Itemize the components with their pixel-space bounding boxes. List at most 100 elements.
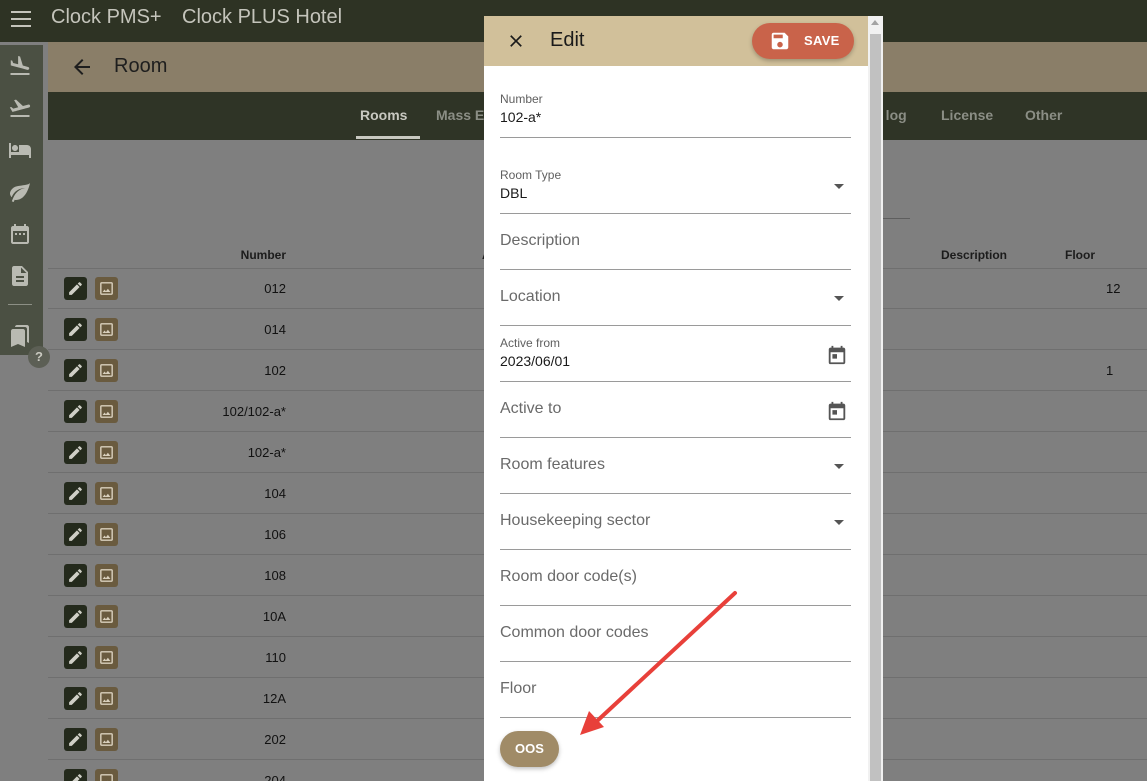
room-door-codes-label: Room door code(s) bbox=[500, 568, 637, 585]
help-icon[interactable]: ? bbox=[28, 346, 50, 368]
edit-dialog: Edit SAVE Number 102-a* Room Type DBL De… bbox=[484, 16, 868, 781]
room-number: 102-a* bbox=[247, 445, 286, 460]
floor-field[interactable]: Floor bbox=[500, 662, 851, 718]
image-icon[interactable] bbox=[95, 605, 118, 628]
tab-license[interactable]: License bbox=[941, 107, 993, 123]
edit-icon[interactable] bbox=[64, 523, 87, 546]
image-icon[interactable] bbox=[95, 441, 118, 464]
image-icon[interactable] bbox=[95, 769, 118, 781]
active-from-field[interactable]: Active from 2023/06/01 bbox=[500, 326, 851, 382]
room-number: 102 bbox=[264, 363, 286, 378]
location-label: Location bbox=[500, 288, 561, 305]
calendar-icon[interactable] bbox=[826, 400, 848, 422]
room-number: 204 bbox=[264, 773, 286, 781]
save-icon bbox=[771, 32, 789, 50]
nav-divider bbox=[8, 304, 32, 305]
housekeeping-sector-label: Housekeeping sector bbox=[500, 512, 651, 529]
edit-icon[interactable] bbox=[64, 728, 87, 751]
room-type-label: Room Type bbox=[500, 168, 562, 182]
tab-other[interactable]: Other bbox=[1025, 107, 1062, 123]
chevron-down-icon bbox=[834, 296, 844, 301]
edit-icon[interactable] bbox=[64, 646, 87, 669]
column-header-floor[interactable]: Floor bbox=[1065, 248, 1095, 262]
save-label: SAVE bbox=[804, 33, 840, 48]
bookmarks-icon[interactable] bbox=[8, 324, 32, 348]
close-icon[interactable] bbox=[506, 31, 526, 51]
room-number: 104 bbox=[264, 486, 286, 501]
active-to-field[interactable]: Active to bbox=[500, 382, 851, 438]
active-from-value: 2023/06/01 bbox=[500, 353, 571, 369]
chevron-down-icon bbox=[834, 184, 844, 189]
column-header-description[interactable]: Description bbox=[941, 248, 1007, 262]
column-header-number[interactable]: Number bbox=[241, 248, 286, 262]
edit-icon[interactable] bbox=[64, 441, 87, 464]
room-number: 10A bbox=[262, 609, 286, 624]
image-icon[interactable] bbox=[95, 482, 118, 505]
housekeeping-sector-select[interactable]: Housekeeping sector bbox=[500, 494, 851, 550]
oos-button[interactable]: OOS bbox=[500, 731, 559, 767]
search-underline bbox=[880, 218, 910, 219]
menu-icon[interactable] bbox=[11, 11, 31, 27]
number-value: 102-a* bbox=[500, 109, 542, 125]
dialog-header: Edit SAVE bbox=[484, 16, 868, 66]
edit-icon[interactable] bbox=[64, 564, 87, 587]
hotel-name: Clock PLUS Hotel bbox=[182, 6, 343, 28]
chevron-down-icon bbox=[834, 464, 844, 469]
active-tab-indicator bbox=[356, 136, 420, 139]
common-door-codes-label: Common door codes bbox=[500, 624, 649, 641]
calendar-icon[interactable] bbox=[826, 344, 848, 366]
leaf-icon[interactable] bbox=[8, 180, 32, 204]
dialog-title: Edit bbox=[550, 29, 585, 51]
edit-icon[interactable] bbox=[64, 687, 87, 710]
description-label: Description bbox=[500, 232, 581, 249]
edit-icon[interactable] bbox=[64, 277, 87, 300]
room-number: 12A bbox=[262, 691, 286, 706]
image-icon[interactable] bbox=[95, 318, 118, 341]
image-icon[interactable] bbox=[95, 728, 118, 751]
edit-icon[interactable] bbox=[64, 605, 87, 628]
scrollbar-thumb[interactable] bbox=[870, 34, 881, 781]
room-number: 106 bbox=[264, 527, 286, 542]
edit-icon[interactable] bbox=[64, 482, 87, 505]
scroll-up-icon[interactable] bbox=[871, 20, 879, 25]
common-door-codes-field[interactable]: Common door codes bbox=[500, 606, 851, 662]
active-from-label: Active from bbox=[500, 336, 561, 350]
location-select[interactable]: Location bbox=[500, 270, 851, 326]
save-button[interactable]: SAVE bbox=[752, 23, 854, 59]
room-floor: 1 bbox=[1106, 363, 1114, 378]
room-features-select[interactable]: Room features bbox=[500, 438, 851, 494]
room-type-value: DBL bbox=[500, 185, 528, 201]
departure-icon[interactable] bbox=[8, 96, 32, 120]
calendar-icon[interactable] bbox=[8, 222, 32, 246]
edit-icon[interactable] bbox=[64, 359, 87, 382]
active-to-label: Active to bbox=[500, 400, 562, 417]
page-title: Room bbox=[114, 55, 168, 77]
image-icon[interactable] bbox=[95, 564, 118, 587]
chevron-down-icon bbox=[834, 520, 844, 525]
edit-icon[interactable] bbox=[64, 318, 87, 341]
room-number: 102/102-a* bbox=[222, 404, 286, 419]
room-type-select[interactable]: Room Type DBL bbox=[500, 158, 851, 214]
description-field[interactable]: Description bbox=[500, 214, 851, 270]
image-icon[interactable] bbox=[95, 687, 118, 710]
app-name: Clock PMS+ bbox=[51, 6, 162, 28]
image-icon[interactable] bbox=[95, 277, 118, 300]
room-number: 012 bbox=[264, 281, 286, 296]
number-label: Number bbox=[500, 92, 543, 106]
room-number: 014 bbox=[264, 322, 286, 337]
edit-icon[interactable] bbox=[64, 769, 87, 781]
floor-label: Floor bbox=[500, 680, 537, 697]
image-icon[interactable] bbox=[95, 400, 118, 423]
tab-rooms[interactable]: Rooms bbox=[360, 107, 407, 123]
image-icon[interactable] bbox=[95, 646, 118, 669]
image-icon[interactable] bbox=[95, 523, 118, 546]
room-door-codes-field[interactable]: Room door code(s) bbox=[500, 550, 851, 606]
number-field[interactable]: Number 102-a* bbox=[500, 82, 851, 138]
edit-icon[interactable] bbox=[64, 400, 87, 423]
back-arrow-icon[interactable] bbox=[70, 55, 94, 79]
bed-icon[interactable] bbox=[8, 138, 32, 162]
document-icon[interactable] bbox=[8, 264, 32, 288]
image-icon[interactable] bbox=[95, 359, 118, 382]
room-features-label: Room features bbox=[500, 456, 605, 473]
arrival-icon[interactable] bbox=[8, 54, 32, 78]
